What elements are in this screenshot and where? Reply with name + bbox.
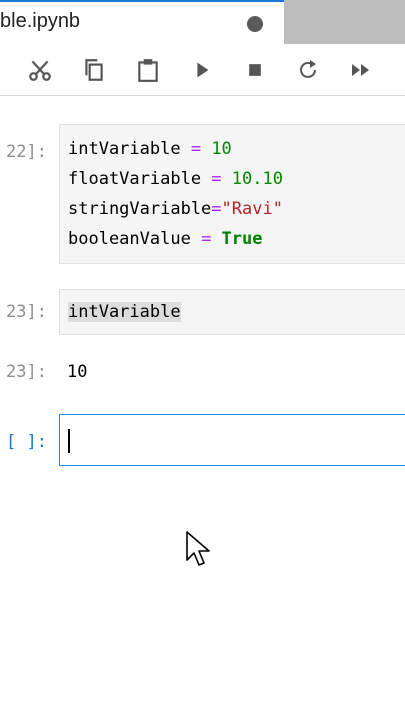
cut-button[interactable] — [25, 55, 55, 85]
copy-button[interactable] — [79, 55, 109, 85]
code-cell[interactable]: intVariable = 10 floatVariable = 10.10 s… — [59, 124, 405, 264]
run-icon — [197, 62, 209, 78]
stop-icon — [249, 64, 261, 76]
copy-icon — [85, 59, 103, 81]
code-line: floatVariable = 10.10 — [68, 169, 283, 189]
input-prompt: 23]: — [6, 302, 47, 322]
code-cell[interactable]: intVariable — [59, 289, 405, 335]
input-prompt: 22]: — [6, 142, 47, 162]
code-line: booleanValue = True — [68, 229, 263, 249]
code-line: intVariable = 10 — [68, 139, 232, 159]
input-prompt: [ ]: — [6, 432, 47, 452]
tab-title: ble.ipynb — [0, 10, 81, 32]
code-line: intVariable — [68, 302, 181, 322]
tab-bar: ble.ipynb — [0, 0, 405, 44]
scissors-icon — [29, 60, 51, 81]
text-caret — [68, 429, 70, 453]
notebook-area: 22]: intVariable = 10 floatVariable = 10… — [0, 96, 405, 720]
restart-icon — [300, 60, 316, 78]
notebook-toolbar — [0, 44, 405, 96]
restart-button[interactable] — [293, 55, 323, 85]
fast-forward-icon — [352, 64, 369, 76]
output-text: 10 — [67, 362, 88, 382]
run-button[interactable] — [187, 55, 217, 85]
run-all-button[interactable] — [346, 55, 376, 85]
stop-button[interactable] — [240, 55, 270, 85]
mouse-pointer-icon — [186, 531, 210, 566]
code-line: stringVariable="Ravi" — [68, 199, 283, 219]
notebook-tab[interactable]: ble.ipynb — [0, 0, 284, 42]
inactive-tab-area[interactable] — [284, 0, 405, 44]
paste-button[interactable] — [133, 55, 163, 85]
active-code-cell[interactable] — [59, 414, 405, 466]
paste-icon — [138, 59, 158, 82]
unsaved-indicator-icon[interactable] — [247, 16, 263, 32]
output-prompt: 23]: — [6, 362, 47, 382]
